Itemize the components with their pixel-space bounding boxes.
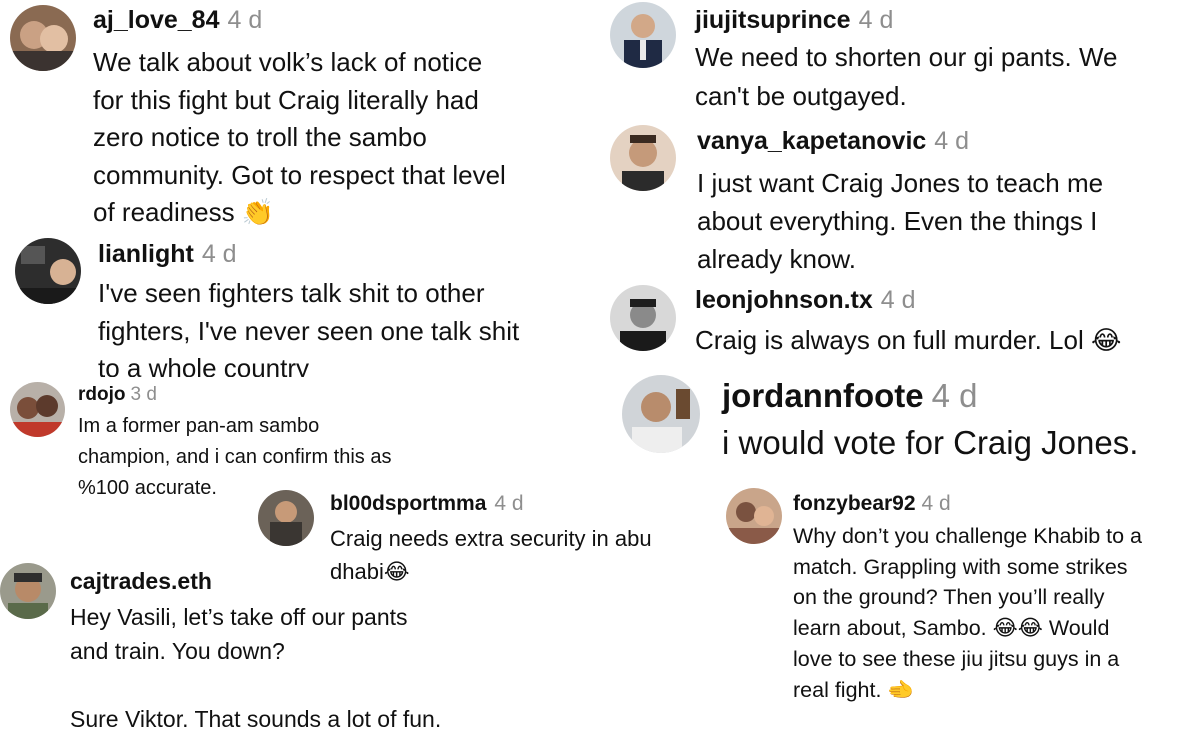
comment-lianlight: lianlight 4 d I've seen fighters talk shi… [0,235,600,377]
pointing-hand-emoji: 🫲 [887,677,915,703]
clapping-hands-emoji: 👏 [241,198,275,228]
user-avatar[interactable] [10,5,76,71]
comment-vanya-kapetanovic: vanya_kapetanovic 4 d I just want Craig J… [600,120,1200,280]
username-link[interactable]: aj_love_84 [93,6,220,34]
username-link[interactable]: jiujitsuprince [695,6,851,34]
user-avatar[interactable] [610,285,676,351]
timestamp: 4 d [858,6,894,34]
user-avatar[interactable] [10,382,65,437]
comment-text: I've seen fighters talk shit to other fi… [98,278,520,377]
comment-text: I just want Craig Jones to teach me abou… [697,168,1104,274]
timestamp: 4 d [931,377,978,414]
comment-text: i would vote for Craig Jones. [722,424,1139,461]
username-link[interactable]: leonjohnson.tx [695,286,873,314]
username-link[interactable]: vanya_kapetanovic [697,127,926,155]
laughing-emoji: 😂😂 [992,615,1043,641]
user-avatar[interactable] [610,125,676,191]
user-avatar[interactable] [15,238,81,304]
username-link[interactable]: jordannfoote [722,377,924,414]
timestamp: 4 d [934,127,970,155]
timestamp: 4 d [227,6,263,34]
timestamp: 4 d [921,492,951,515]
comment-text: Craig is always on full murder. Lol 😂 [695,325,1122,356]
user-avatar[interactable] [726,488,782,544]
comment-text: We need to shorten our gi pants. We can'… [695,42,1118,111]
comment-rdojo: rdojo 3 d Im a former pan-am sambo champi… [0,377,500,502]
username-link[interactable]: lianlight [98,240,194,268]
comment-jiujitsuprince: jiujitsuprince 4 d We need to shorten our… [600,0,1200,120]
comment-text: Hey Vasili, let’s take off our pants and… [70,604,442,732]
user-avatar[interactable] [610,2,676,68]
username-link[interactable]: fonzybear92 [793,492,916,515]
timestamp: 3 d [130,384,157,405]
comment-aj-love-84: aj_love_84 4 d We talk about volk’s lack … [0,0,600,235]
user-avatar[interactable] [0,563,56,619]
user-avatar[interactable] [258,490,314,546]
comment-leonjohnson-tx: leonjohnson.tx 4 d Craig is always on ful… [600,280,1200,370]
timestamp: 4 d [494,492,524,515]
username-link[interactable]: cajtrades.eth [70,568,212,594]
username-link[interactable]: rdojo [78,384,126,405]
laughing-emoji: 😂 [1090,326,1122,356]
comment-fonzybear92: fonzybear92 4 d Why don’t you challenge K… [720,480,1200,750]
username-link[interactable]: bl00dsportmma [330,492,486,515]
comment-text: Why don’t you challenge Khabib to a matc… [793,524,1143,703]
timestamp: 4 d [880,286,916,314]
user-avatar[interactable] [622,375,700,453]
comment-jordannfoote: jordannfoote 4 d i would vote for Craig J… [600,370,1200,480]
comment-text: We talk about volk’s lack of notice for … [93,47,506,228]
timestamp: 4 d [201,240,237,268]
comment-cajtrades-eth: cajtrades.eth Hey Vasili, let’s take off… [0,560,600,750]
